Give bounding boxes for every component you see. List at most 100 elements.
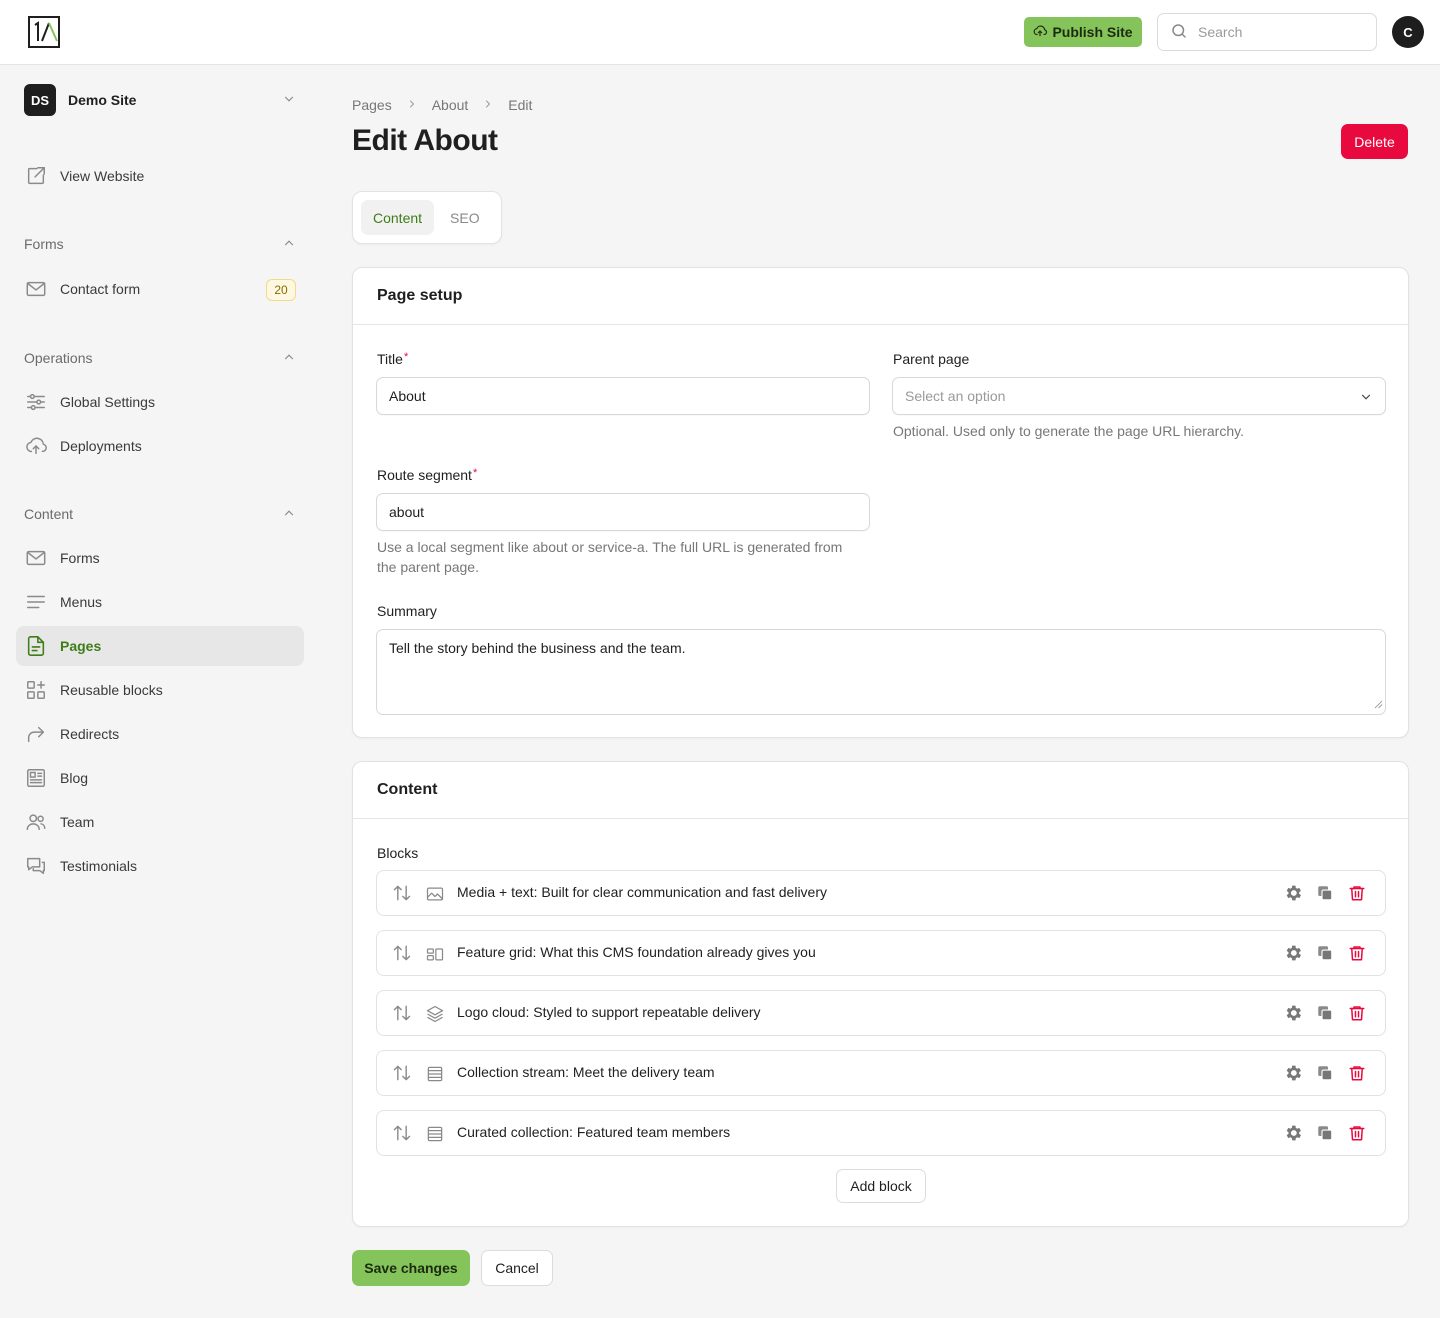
sidebar-item-forms[interactable]: Forms (16, 538, 304, 578)
redirect-arrow-icon (24, 722, 48, 746)
group-title: Forms (24, 236, 64, 252)
tab-content[interactable]: Content (361, 200, 435, 235)
site-name: Demo Site (68, 92, 137, 108)
duplicate-icon[interactable] (1315, 1063, 1335, 1083)
sidebar-item-label: Redirects (60, 726, 120, 742)
parent-page-select[interactable]: Select an option (892, 377, 1386, 415)
breadcrumb-link-pages[interactable]: Pages (352, 97, 392, 113)
block-title: Media + text: Built for clear communicat… (457, 884, 828, 900)
cancel-button[interactable]: Cancel (481, 1250, 553, 1286)
search-icon (1170, 22, 1188, 43)
route-label-text: Route segment (377, 467, 472, 483)
publish-site-label: Publish Site (1052, 24, 1133, 40)
sidebar-item-label: Reusable blocks (60, 682, 163, 698)
block-row[interactable]: Collection stream: Meet the delivery tea… (376, 1050, 1386, 1096)
block-row[interactable]: Feature grid: What this CMS foundation a… (376, 930, 1386, 976)
duplicate-icon[interactable] (1315, 1123, 1335, 1143)
reorder-arrows-icon[interactable] (392, 943, 412, 966)
sidebar-item-view-website[interactable]: View Website (16, 156, 304, 196)
reorder-arrows-icon[interactable] (392, 1003, 412, 1026)
layers-icon (425, 1004, 445, 1027)
newspaper-icon (24, 766, 48, 790)
select-placeholder: Select an option (905, 388, 1006, 404)
title-label: Title* (377, 351, 408, 367)
add-block-button[interactable]: Add block (836, 1169, 926, 1203)
trash-icon[interactable] (1347, 943, 1367, 963)
block-title: Logo cloud: Styled to support repeatable… (457, 1004, 761, 1020)
sidebar-item-redirects[interactable]: Redirects (16, 714, 304, 754)
block-title: Curated collection: Featured team member… (457, 1124, 731, 1140)
gear-icon[interactable] (1283, 1063, 1303, 1083)
group-header-forms[interactable]: Forms (24, 234, 296, 254)
chat-bubbles-icon (24, 854, 48, 878)
sidebar-item-contact-form[interactable]: Contact form 20 (16, 269, 304, 309)
list-icon (425, 1064, 445, 1087)
menu-lines-icon (24, 590, 48, 614)
sidebar-item-label: View Website (60, 168, 145, 184)
tab-bar: Content SEO (352, 191, 502, 244)
sidebar-item-reusable-blocks[interactable]: Reusable blocks (16, 670, 304, 710)
tab-seo[interactable]: SEO (438, 200, 492, 235)
sidebar-item-label: Pages (60, 638, 102, 654)
breadcrumb-link-about[interactable]: About (432, 97, 469, 113)
breadcrumb-current: Edit (508, 97, 533, 113)
search-input[interactable] (1198, 24, 1358, 40)
sidebar-item-deployments[interactable]: Deployments (16, 426, 304, 466)
block-row[interactable]: Curated collection: Featured team member… (376, 1110, 1386, 1156)
app-logo[interactable] (26, 14, 62, 50)
reorder-arrows-icon[interactable] (392, 883, 412, 906)
top-bar: Publish Site C (0, 0, 1440, 65)
gear-icon[interactable] (1283, 1003, 1303, 1023)
page-setup-card: Page setup Title* Parent page Select an … (352, 267, 1409, 738)
avatar[interactable]: C (1392, 16, 1424, 48)
gear-icon[interactable] (1283, 1123, 1303, 1143)
reorder-arrows-icon[interactable] (392, 1123, 412, 1146)
chevron-down-icon (282, 92, 296, 109)
trash-icon[interactable] (1347, 1003, 1367, 1023)
duplicate-icon[interactable] (1315, 883, 1335, 903)
summary-field[interactable]: Tell the story behind the business and t… (376, 629, 1386, 715)
block-title: Feature grid: What this CMS foundation a… (457, 944, 816, 960)
sidebar-item-pages[interactable]: Pages (16, 626, 304, 666)
external-link-icon (24, 164, 48, 188)
block-row[interactable]: Logo cloud: Styled to support repeatable… (376, 990, 1386, 1036)
users-icon (24, 810, 48, 834)
sidebar-item-testimonials[interactable]: Testimonials (16, 846, 304, 886)
sidebar: DS Demo Site View Website Forms Contact … (0, 65, 320, 1318)
site-switcher[interactable]: DS Demo Site (24, 84, 296, 116)
chevron-down-icon (1359, 390, 1373, 407)
resize-grip-icon[interactable] (1374, 696, 1383, 712)
search-box[interactable] (1157, 13, 1377, 51)
publish-site-button[interactable]: Publish Site (1024, 17, 1142, 47)
summary-textarea[interactable]: Tell the story behind the business and t… (389, 640, 1373, 700)
blocks-label: Blocks (377, 845, 419, 861)
title-field[interactable] (376, 377, 870, 415)
group-header-operations[interactable]: Operations (24, 348, 296, 368)
chevron-up-icon (282, 236, 296, 253)
block-row[interactable]: Media + text: Built for clear communicat… (376, 870, 1386, 916)
route-segment-field[interactable] (376, 493, 870, 531)
parent-page-label: Parent page (893, 351, 970, 367)
trash-icon[interactable] (1347, 1123, 1367, 1143)
sidebar-item-blog[interactable]: Blog (16, 758, 304, 798)
title-input[interactable] (389, 388, 869, 404)
delete-button[interactable]: Delete (1341, 124, 1408, 159)
sidebar-item-global-settings[interactable]: Global Settings (16, 382, 304, 422)
trash-icon[interactable] (1347, 1063, 1367, 1083)
gear-icon[interactable] (1283, 943, 1303, 963)
save-changes-button[interactable]: Save changes (352, 1250, 470, 1286)
duplicate-icon[interactable] (1315, 1003, 1335, 1023)
sidebar-item-team[interactable]: Team (16, 802, 304, 842)
group-header-content[interactable]: Content (24, 504, 296, 524)
sidebar-item-menus[interactable]: Menus (16, 582, 304, 622)
count-badge: 20 (266, 279, 296, 301)
grid-icon (425, 944, 445, 967)
chevron-up-icon (282, 506, 296, 523)
route-segment-input[interactable] (389, 504, 869, 520)
list-icon (425, 1124, 445, 1147)
breadcrumb: Pages About Edit (352, 97, 532, 113)
duplicate-icon[interactable] (1315, 943, 1335, 963)
reorder-arrows-icon[interactable] (392, 1063, 412, 1086)
trash-icon[interactable] (1347, 883, 1367, 903)
gear-icon[interactable] (1283, 883, 1303, 903)
